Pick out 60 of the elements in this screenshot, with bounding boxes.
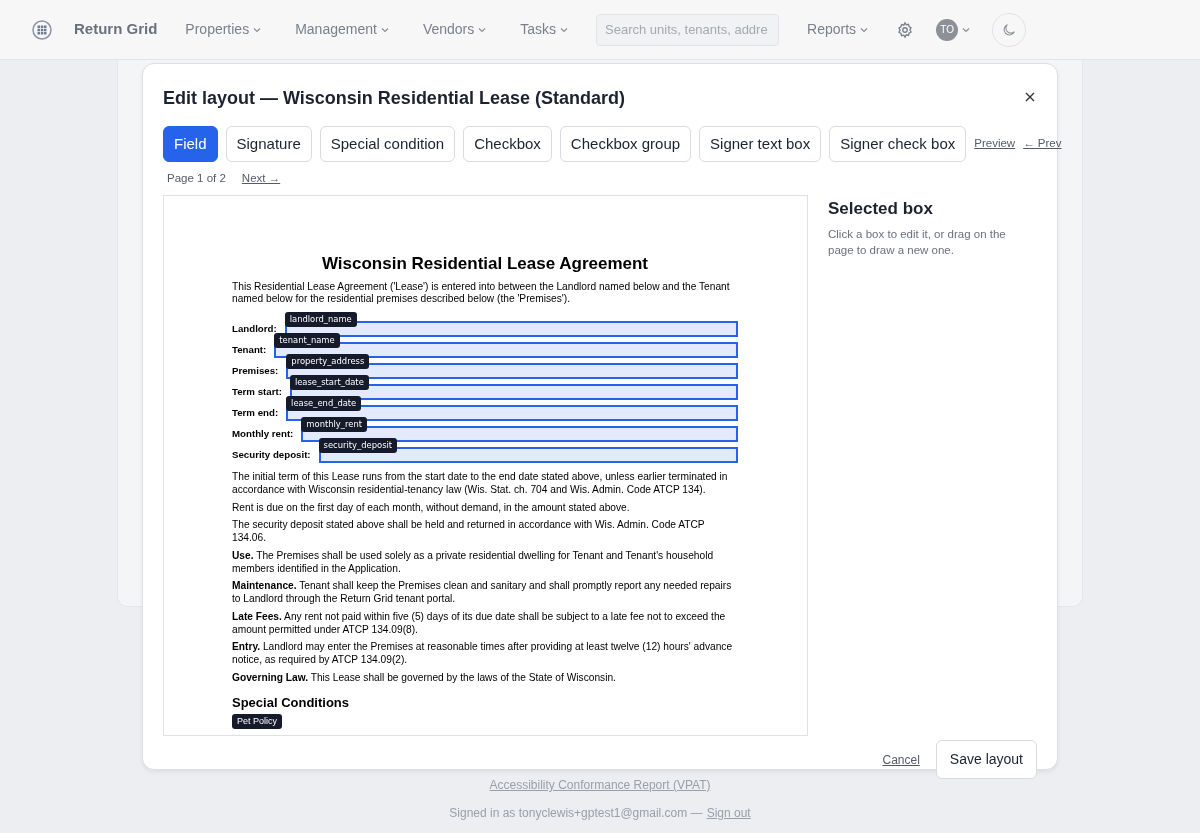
document-paragraph: Late Fees. Any rent not paid within five (5) days of its due date shall be subject to a late fee not to exceed the amount permitted under ATCP 134.09(8). [232, 611, 727, 637]
cancel-link[interactable]: Cancel [882, 750, 920, 769]
document-paragraph: The security deposit stated above shall be held and returned in accordance with Wis. Admin. Code ATCP 134.06. [232, 519, 706, 545]
field-label: Tenant: [232, 343, 267, 356]
settings-icon[interactable] [896, 21, 915, 40]
theme-toggle-button[interactable] [992, 12, 1027, 47]
field-tag: landlord_name [284, 312, 357, 327]
caret-icon [478, 26, 487, 33]
caret-icon [380, 26, 389, 33]
document-paragraph: This Residential Lease Agreement ('Lease') is entered into between the Landlord named below and the Tenant named below for the residential premises described below (the 'Premises'). [232, 280, 731, 307]
panel-heading: Selected box [828, 199, 934, 220]
caret-icon [253, 26, 262, 33]
field-label: Landlord: [232, 322, 277, 335]
document-title: Wisconsin Residential Lease Agreement [320, 254, 650, 275]
field-tag: security_deposit [318, 438, 398, 453]
tool-tab[interactable]: Checkbox [463, 125, 552, 163]
caret-icon [560, 26, 569, 33]
field-label: Monthly rent: [232, 427, 294, 440]
field-tag: lease_end_date [286, 396, 362, 411]
field-tag: property_address [286, 354, 370, 369]
document-paragraph: Use. The Premises shall be used solely as a private residential dwelling for Tenant and Tenant's household members identified in the Application. [232, 550, 715, 576]
field-label: Term end: [232, 406, 279, 419]
tool-tab[interactable]: Signer text box [699, 125, 822, 163]
search-field[interactable]: Search units, tenants, addre [596, 13, 780, 46]
section-heading: Special Conditions [232, 694, 350, 711]
nav-link[interactable]: Preview [974, 135, 1016, 153]
document-paragraph: Rent is due on the first day of each month, without demand, in the amount stated above. [232, 501, 631, 515]
signed-in-text: Signed in as tonyclewis+gptest1@gmail.com — [449, 805, 703, 822]
condition-tag[interactable]: Pet Policy [232, 714, 283, 730]
page-indicator: Page 1 of 2 [167, 171, 226, 187]
grid-logo-icon [32, 20, 52, 41]
field-label: Premises: [232, 364, 279, 377]
nav-menu[interactable]: Tasks [514, 19, 575, 40]
nav-menu[interactable]: Vendors [416, 19, 493, 40]
save-button[interactable]: Save layout [935, 740, 1037, 780]
tool-tab[interactable]: Signer check box [829, 125, 967, 163]
panel-hint: Click a box to edit it, or drag on the page to draw a new one. [828, 226, 1007, 259]
tool-tab[interactable]: Field [163, 125, 218, 163]
field-tag: lease_start_date [289, 375, 369, 390]
field-label: Term start: [232, 385, 282, 398]
field-label: Security deposit: [232, 448, 311, 461]
document-paragraph: Entry. Landlord may enter the Premises at reasonable times after providing at least twelve (12) hours' advance notice, as required by ATCP 134.09(2). [232, 641, 734, 667]
document-paragraph: Governing Law. This Lease shall be governed by the laws of the State of Wisconsin. [232, 672, 617, 685]
modal-title: Edit layout — Wisconsin Residential Lease (Standard) [163, 88, 625, 110]
nav-menu[interactable]: Properties [179, 19, 268, 40]
close-icon [1025, 91, 1035, 102]
field-tag: monthly_rent [301, 417, 367, 432]
document-paragraph: The initial term of this Lease runs from the start date to the end date stated above, unless earlier terminated in accordance with Wisconsin residential-tenancy law (Wis. Stat. ch. 704 and Wis. Admin. Code ATCP 134). [232, 471, 729, 497]
caret-icon [860, 26, 869, 33]
field-tag: tenant_name [274, 333, 340, 348]
nav-link[interactable]: ← Prev [1023, 135, 1062, 153]
tool-tab[interactable]: Special condition [319, 125, 456, 163]
nav-menu[interactable]: Management [289, 19, 395, 40]
brand-name[interactable]: Return Grid [74, 18, 158, 41]
nav-menu[interactable]: Reports [801, 19, 875, 40]
tool-tab[interactable]: Signature [225, 125, 312, 163]
tool-tab[interactable]: Checkbox group [559, 125, 692, 163]
document-paragraph: Maintenance. Tenant shall keep the Premises clean and sanitary and shall promptly report any needed repairs to Landlord through the Return Grid tenant portal. [232, 580, 733, 606]
caret-icon [962, 26, 971, 33]
next-page-link[interactable]: Next → [241, 170, 281, 188]
